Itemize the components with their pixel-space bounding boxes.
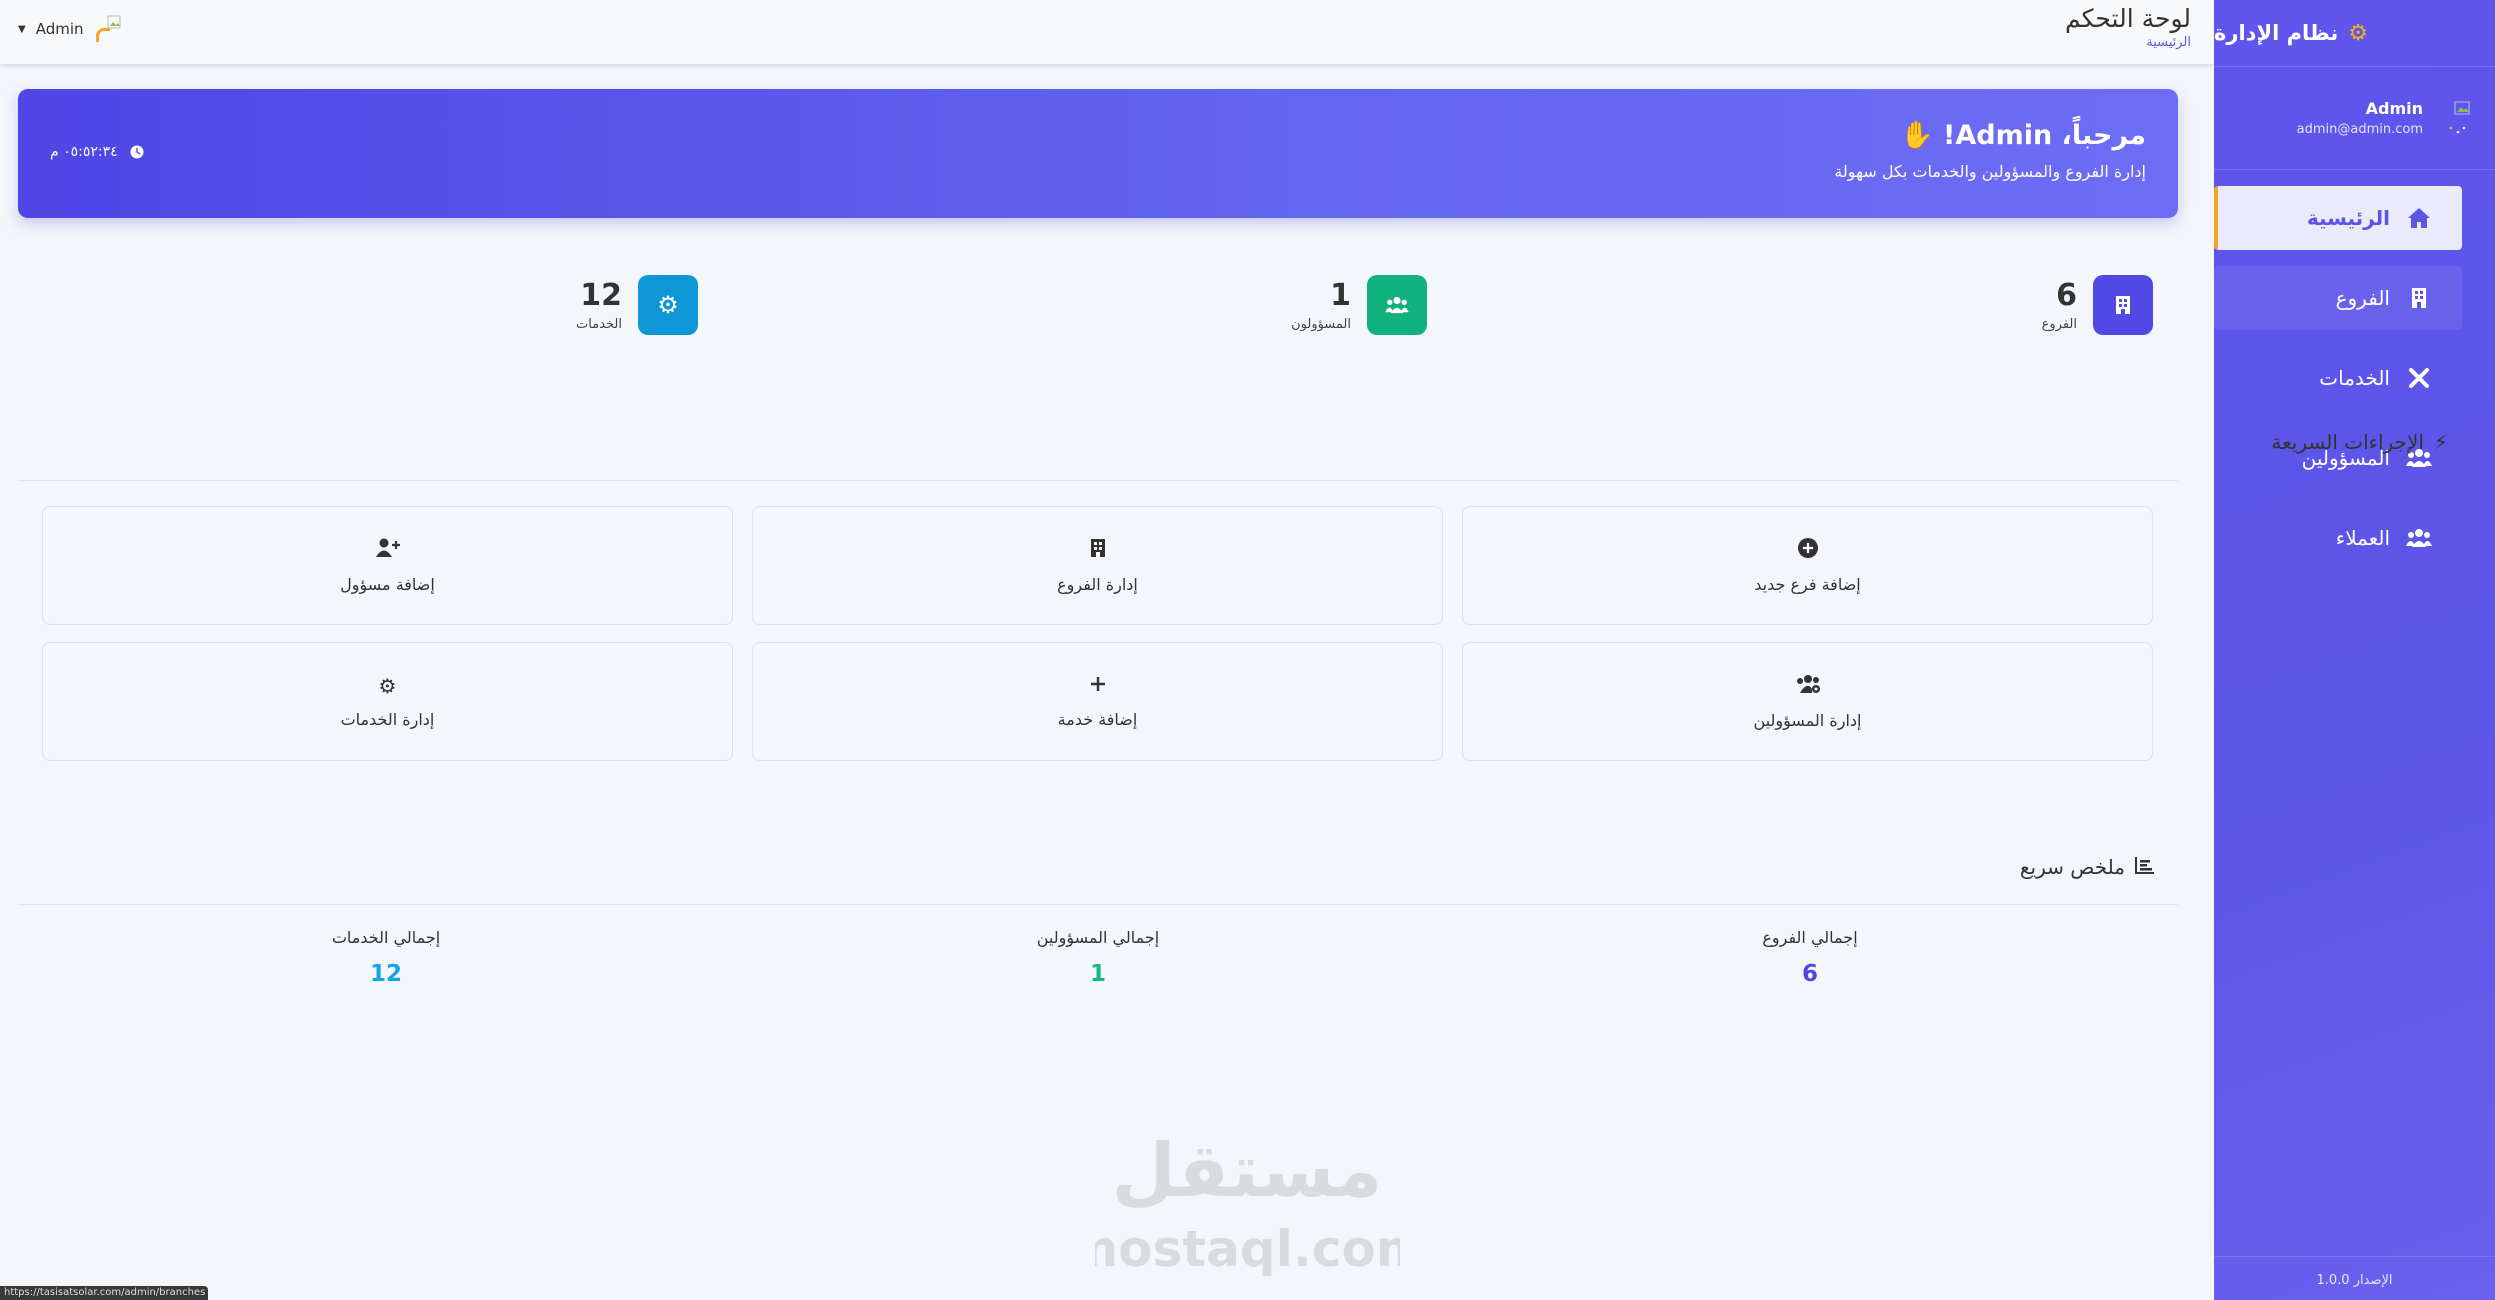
watermark-logo: مستقل mostaql.com	[1066, 1118, 1428, 1278]
summary-value: 1	[1089, 961, 1106, 987]
sidebar-item-services[interactable]: الخدمات	[2214, 346, 2462, 410]
user-plus-icon	[375, 538, 401, 563]
summary-value: 12	[369, 961, 402, 987]
current-time: ٠٥:٥٢:٣٤ م	[50, 144, 144, 160]
caret-down-icon: ▼	[18, 23, 26, 35]
stat-admins: 1 المسؤولون	[1291, 275, 1427, 335]
svg-text:mostaql.com: mostaql.com	[1095, 1220, 1400, 1276]
breadcrumb[interactable]: الرئيسية	[2146, 35, 2191, 50]
welcome-title: مرحباً، Admin! ✋	[1900, 120, 2146, 151]
sidebar-item-home[interactable]: الرئيسية	[2214, 186, 2462, 250]
users-icon	[1367, 275, 1427, 335]
stat-branches: 6 الفروع	[2042, 275, 2153, 335]
cogs-icon: ⚙	[378, 674, 397, 698]
chart-bar-icon	[2135, 855, 2155, 879]
plus-icon	[1089, 674, 1107, 698]
users-icon	[2406, 528, 2432, 548]
stat-label: المسؤولون	[1291, 317, 1351, 332]
user-menu-toggle[interactable]: ▼ Admin	[18, 14, 124, 44]
card-label: إدارة الخدمات	[340, 710, 435, 729]
cogs-icon: ⚙	[638, 275, 698, 335]
add-branch-button[interactable]: إضافة فرع جديد	[1462, 506, 2153, 625]
sidebar-item-label: الخدمات	[2319, 366, 2390, 390]
user-menu-label: Admin	[35, 20, 84, 38]
summary-label: إجمالي الخدمات	[331, 928, 441, 947]
stat-services: 12 الخدمات ⚙	[576, 275, 698, 335]
home-icon	[2406, 207, 2432, 229]
stat-label: الخدمات	[576, 317, 622, 332]
bolt-icon: ⚡	[2433, 430, 2448, 454]
summary-title: ملخص سريع	[2020, 855, 2155, 879]
broken-image-icon	[2449, 101, 2470, 134]
summary-label: إجمالي الفروع	[1762, 928, 1858, 947]
sidebar-user: Admin admin@admin.com	[2214, 66, 2495, 170]
card-label: إضافة مسؤول	[340, 574, 435, 594]
summary-branches: إجمالي الفروع 6	[1660, 928, 1960, 987]
svg-text:مستقل: مستقل	[1112, 1128, 1383, 1214]
welcome-banner: مرحباً، Admin! ✋ إدارة الفروع والمسؤولين…	[18, 89, 2178, 218]
sidebar-item-label: الفروع	[2335, 286, 2390, 310]
cogs-icon: ⚙	[2348, 20, 2368, 46]
user-name: Admin	[2365, 99, 2423, 118]
sidebar-item-label: العملاء	[2335, 526, 2390, 550]
card-label: إضافة فرع جديد	[1754, 574, 1861, 594]
stat-value: 6	[2056, 278, 2077, 313]
add-admin-button[interactable]: إضافة مسؤول	[42, 506, 733, 625]
users-cog-icon	[1795, 674, 1821, 699]
summary-value: 6	[1801, 961, 1818, 987]
welcome-subtitle: إدارة الفروع والمسؤولين والخدمات بكل سهو…	[1834, 162, 2146, 181]
stat-label: الفروع	[2041, 317, 2077, 332]
wave-hand-icon: ✋	[1900, 120, 1934, 151]
manage-branches-button[interactable]: إدارة الفروع	[752, 506, 1443, 625]
sidebar-item-label: الرئيسية	[2306, 206, 2390, 230]
tools-icon	[2406, 367, 2432, 389]
card-label: إدارة المسؤولين	[1753, 710, 1862, 730]
page-title: لوحة التحكم	[2064, 4, 2191, 33]
quick-actions-title: ⚡ الإجراءات السريعة	[2271, 430, 2448, 454]
building-icon	[1090, 538, 1106, 563]
summary-admins: إجمالي المسؤولين 1	[948, 928, 1248, 987]
summary-services: إجمالي الخدمات 12	[236, 928, 536, 987]
stat-value: 1	[1330, 278, 1351, 313]
avatar	[94, 14, 124, 44]
building-icon	[2406, 287, 2432, 309]
stat-value: 12	[580, 278, 622, 313]
brand[interactable]: ⚙ نظام الإدارة	[2214, 0, 2495, 66]
version-label: الإصدار 1.0.0	[2214, 1256, 2495, 1288]
divider	[18, 480, 2178, 481]
sidebar: ⚙ نظام الإدارة Admin admin@admin.com الر…	[2214, 0, 2495, 1300]
top-navbar: لوحة التحكم الرئيسية ▼ Admin	[0, 0, 2214, 64]
building-icon	[2093, 275, 2153, 335]
brand-title: نظام الإدارة	[2214, 21, 2339, 45]
divider	[18, 904, 2178, 905]
manage-services-button[interactable]: ⚙ إدارة الخدمات	[42, 642, 733, 761]
status-url: https://tasisatsolar.com/admin/branches	[0, 1286, 208, 1300]
summary-label: إجمالي المسؤولين	[1036, 928, 1160, 947]
sidebar-item-clients[interactable]: العملاء	[2214, 506, 2462, 570]
user-email: admin@admin.com	[2296, 122, 2423, 137]
manage-admins-button[interactable]: إدارة المسؤولين	[1462, 642, 2153, 761]
card-label: إضافة خدمة	[1057, 710, 1138, 729]
avatar	[2445, 98, 2471, 138]
clock-icon	[130, 145, 144, 159]
sidebar-nav: الرئيسية الفروع الخدمات المسؤولين العملا…	[2214, 170, 2495, 570]
card-label: إدارة الفروع	[1057, 574, 1138, 594]
sidebar-item-branches[interactable]: الفروع	[2214, 266, 2462, 330]
plus-circle-icon	[1797, 537, 1818, 563]
add-service-button[interactable]: إضافة خدمة	[752, 642, 1443, 761]
